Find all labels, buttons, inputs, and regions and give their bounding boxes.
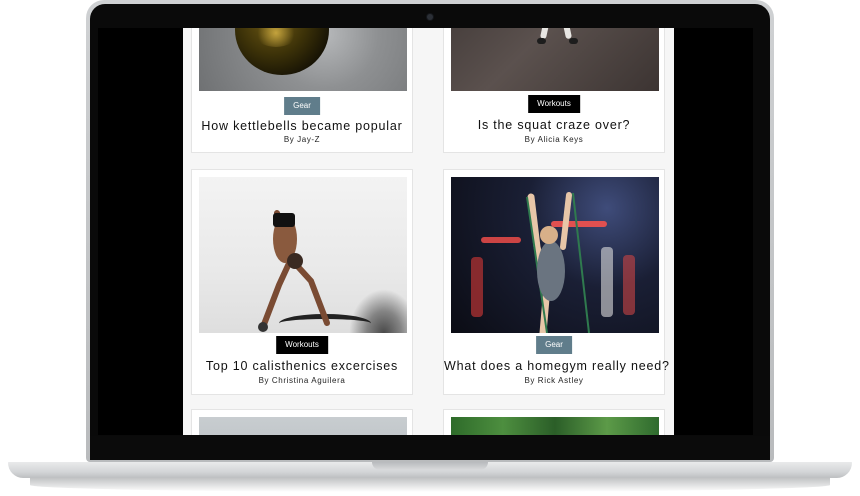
article-image[interactable]	[451, 177, 659, 333]
article-author: By Rick Astley	[524, 376, 584, 385]
article-title[interactable]: How kettlebells became popular	[192, 119, 412, 133]
article-card[interactable]	[191, 409, 413, 435]
article-title[interactable]: Is the squat craze over?	[444, 118, 664, 132]
laptop-chin	[90, 436, 770, 460]
category-badge[interactable]: Workouts	[528, 95, 580, 113]
webcam-icon	[427, 14, 433, 20]
article-author: By Alicia Keys	[524, 135, 584, 144]
category-badge[interactable]: Gear	[284, 97, 320, 115]
squat-shoe-left	[537, 38, 546, 44]
article-card[interactable]	[443, 409, 665, 435]
category-badge[interactable]: Gear	[536, 336, 572, 354]
athlete-figure	[258, 210, 330, 332]
article-title[interactable]: Top 10 calisthenics excercises	[192, 359, 412, 373]
gym-people	[471, 192, 635, 333]
article-title[interactable]: What does a homegym really need?	[444, 359, 669, 373]
article-author: By Jay-Z	[283, 135, 321, 144]
laptop-shadow	[30, 478, 830, 492]
article-card[interactable]: Gear How kettlebells became popular By J…	[191, 28, 413, 153]
category-badge[interactable]: Workouts	[276, 336, 328, 354]
article-image[interactable]	[451, 28, 659, 91]
article-card[interactable]: Gear What does a homegym really need? By…	[443, 169, 669, 395]
squat-shoe-right	[569, 38, 578, 44]
article-card[interactable]: Workouts Top 10 calisthenics excercises …	[191, 169, 413, 395]
article-author: By Christina Aguilera	[258, 376, 346, 385]
article-image[interactable]	[199, 417, 407, 435]
article-card[interactable]: Workouts Is the squat craze over? By Ali…	[443, 28, 665, 153]
article-image[interactable]	[199, 177, 407, 333]
article-image[interactable]	[451, 417, 659, 435]
laptop-screen: Gear How kettlebells became popular By J…	[98, 28, 753, 435]
laptop-notch	[372, 462, 488, 470]
article-image[interactable]	[199, 28, 407, 91]
blog-page: Gear How kettlebells became popular By J…	[183, 28, 674, 435]
